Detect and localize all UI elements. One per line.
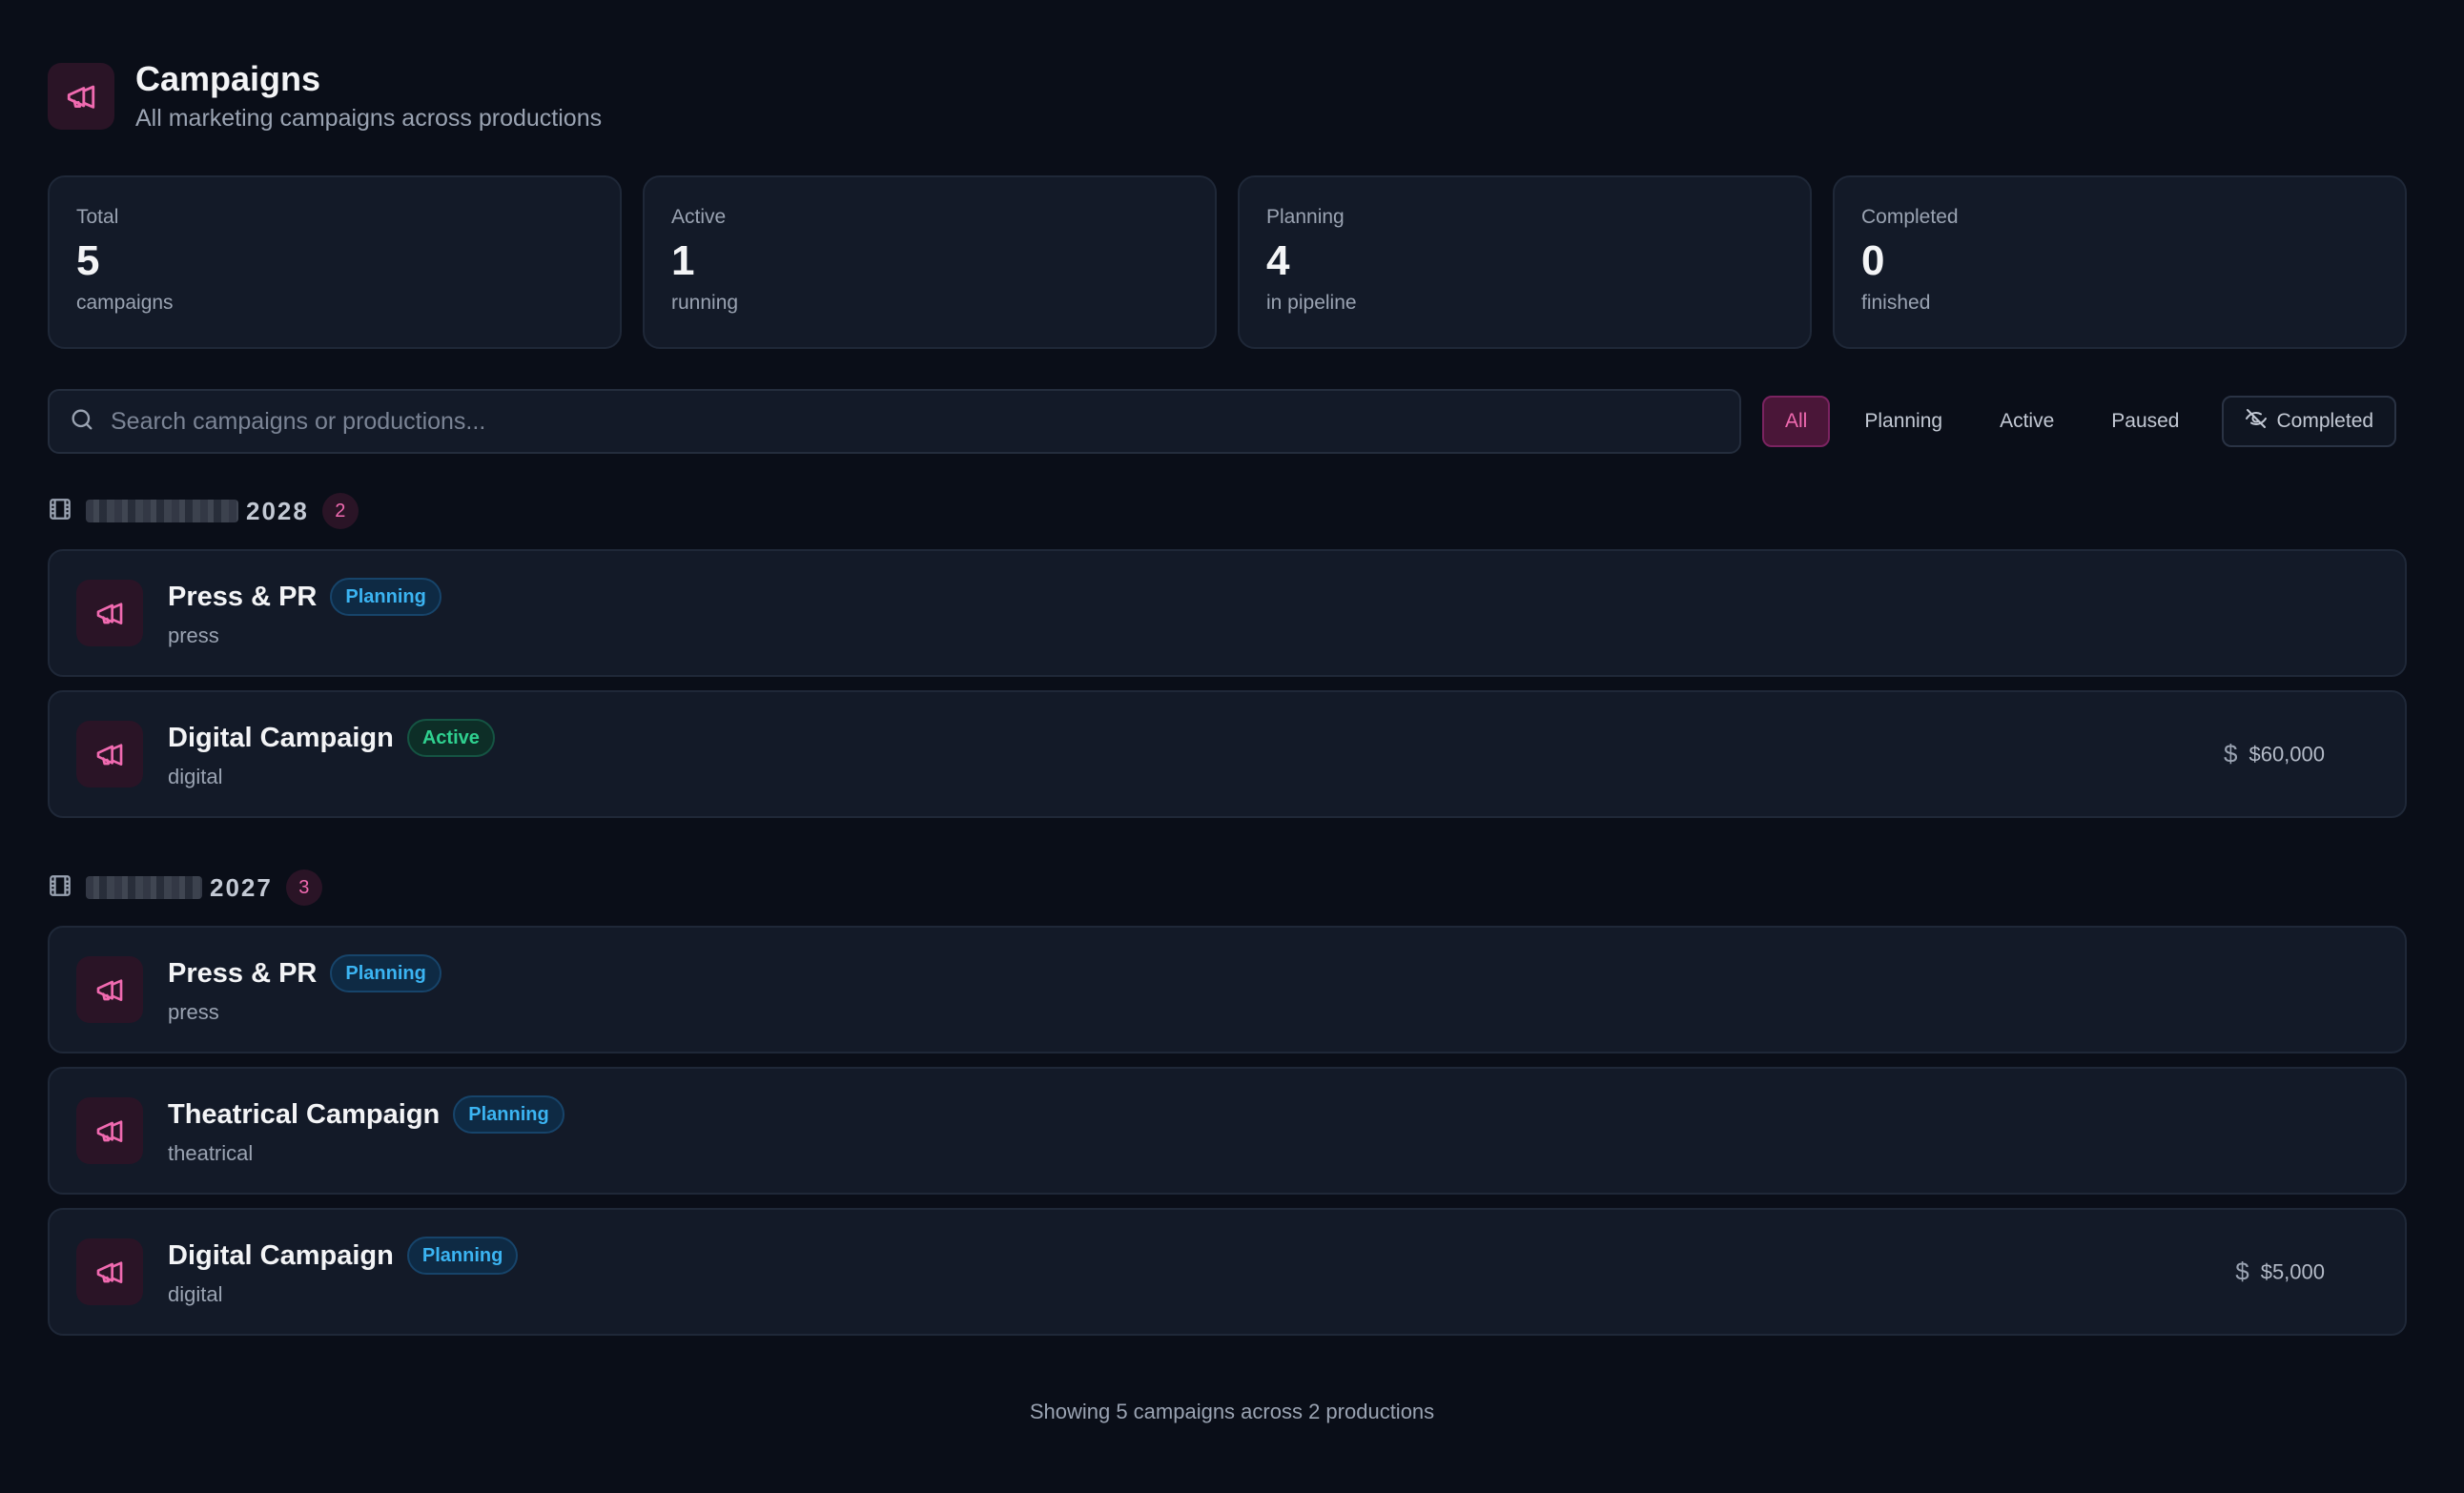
- status-filters: All Planning Active Paused Completed: [1762, 396, 2397, 447]
- megaphone-icon: [76, 580, 143, 646]
- group-count-badge: 2: [321, 493, 359, 529]
- stat-sub: in pipeline: [1266, 292, 1357, 314]
- filter-completed-label: Completed: [2276, 410, 2374, 432]
- group-header[interactable]: 2028 2: [48, 492, 2407, 530]
- megaphone-icon: [76, 721, 143, 787]
- campaign-budget: $ $5,000: [2235, 1258, 2325, 1287]
- group-count-badge: 3: [285, 869, 322, 906]
- campaign-type: digital: [168, 765, 223, 788]
- campaign-list: Press & PR Planning press Theatrical Cam…: [48, 926, 2407, 1336]
- results-summary: Showing 5 campaigns across 2 productions: [1029, 1400, 1435, 1423]
- eye-off-icon: [2245, 407, 2268, 436]
- campaign-row[interactable]: Digital Campaign Active digital $ $60,00…: [48, 690, 2407, 818]
- campaign-budget: $ $60,000: [2224, 740, 2325, 769]
- campaign-row[interactable]: Theatrical Campaign Planning theatrical: [48, 1067, 2407, 1195]
- page-subtitle: All marketing campaigns across productio…: [135, 105, 603, 132]
- campaign-name: Press & PR: [168, 581, 318, 612]
- stat-label: Planning: [1266, 206, 1345, 228]
- filter-active[interactable]: Active: [1977, 396, 2077, 447]
- stat-sub: running: [671, 292, 739, 314]
- stat-value: 1: [671, 237, 695, 284]
- dollar-icon: $: [2224, 739, 2238, 768]
- campaign-row[interactable]: Press & PR Planning press: [48, 926, 2407, 1053]
- campaign-type: digital: [168, 1282, 223, 1306]
- group-header[interactable]: 2027 3: [48, 869, 2407, 907]
- filter-all[interactable]: All: [1762, 396, 1831, 447]
- stat-card-completed: Completed 0 finished: [1833, 175, 2407, 349]
- megaphone-icon: [48, 62, 114, 130]
- toolbar: All Planning Active Paused Completed: [48, 389, 2407, 454]
- stat-label: Completed: [1861, 206, 1959, 228]
- group-year: 2028: [246, 496, 309, 525]
- stats-row: Total 5 campaigns Active 1 running Plann…: [48, 175, 2407, 349]
- megaphone-icon: [76, 1238, 143, 1305]
- search-icon: [69, 406, 95, 438]
- campaign-name: Press & PR: [168, 957, 318, 989]
- search-box[interactable]: [48, 389, 1741, 454]
- stat-value: 4: [1266, 237, 1290, 284]
- group-year: 2027: [210, 872, 273, 902]
- filter-completed-toggle[interactable]: Completed: [2221, 396, 2397, 447]
- campaign-name: Digital Campaign: [168, 722, 394, 753]
- film-icon: [48, 873, 72, 903]
- campaign-list: Press & PR Planning press Digital Campai…: [48, 549, 2407, 818]
- stat-value: 0: [1861, 237, 1885, 284]
- filter-paused[interactable]: Paused: [2088, 396, 2202, 447]
- page-header: Campaigns All marketing campaigns across…: [48, 59, 602, 133]
- status-badge: Planning: [330, 578, 441, 616]
- stat-value: 5: [76, 237, 100, 284]
- stat-sub: campaigns: [76, 292, 174, 314]
- production-group: 2027 3 Press & PR Planning press Theatri…: [48, 869, 2407, 1336]
- campaign-type: press: [168, 624, 219, 647]
- search-input[interactable]: [109, 406, 1739, 437]
- budget-value: $5,000: [2260, 1259, 2325, 1283]
- campaigns-page: Campaigns All marketing campaigns across…: [0, 0, 2464, 1493]
- campaign-row[interactable]: Press & PR Planning press: [48, 549, 2407, 677]
- status-badge: Active: [406, 719, 495, 757]
- stat-card-planning: Planning 4 in pipeline: [1238, 175, 1812, 349]
- stat-card-total: Total 5 campaigns: [48, 175, 622, 349]
- status-badge: Planning: [406, 1237, 519, 1275]
- status-badge: Planning: [330, 954, 441, 992]
- film-icon: [48, 497, 72, 526]
- campaign-name: Digital Campaign: [168, 1239, 394, 1271]
- campaign-type: theatrical: [168, 1141, 254, 1165]
- production-group: 2028 2 Press & PR Planning press Digital…: [48, 492, 2407, 818]
- page-title: Campaigns: [135, 59, 321, 98]
- filter-planning[interactable]: Planning: [1841, 396, 1965, 447]
- campaign-name: Theatrical Campaign: [168, 1098, 441, 1130]
- dollar-icon: $: [2235, 1257, 2249, 1286]
- production-name-redacted: [86, 876, 202, 899]
- campaign-type: press: [168, 1000, 219, 1024]
- status-badge: Planning: [453, 1095, 565, 1134]
- campaign-row[interactable]: Digital Campaign Planning digital $ $5,0…: [48, 1208, 2407, 1336]
- stat-card-active: Active 1 running: [643, 175, 1217, 349]
- stat-label: Total: [76, 206, 119, 228]
- budget-value: $60,000: [2248, 742, 2325, 766]
- production-name-redacted: [86, 500, 238, 522]
- stat-sub: finished: [1861, 292, 1931, 314]
- megaphone-icon: [76, 1097, 143, 1164]
- megaphone-icon: [76, 956, 143, 1023]
- stat-label: Active: [671, 206, 727, 228]
